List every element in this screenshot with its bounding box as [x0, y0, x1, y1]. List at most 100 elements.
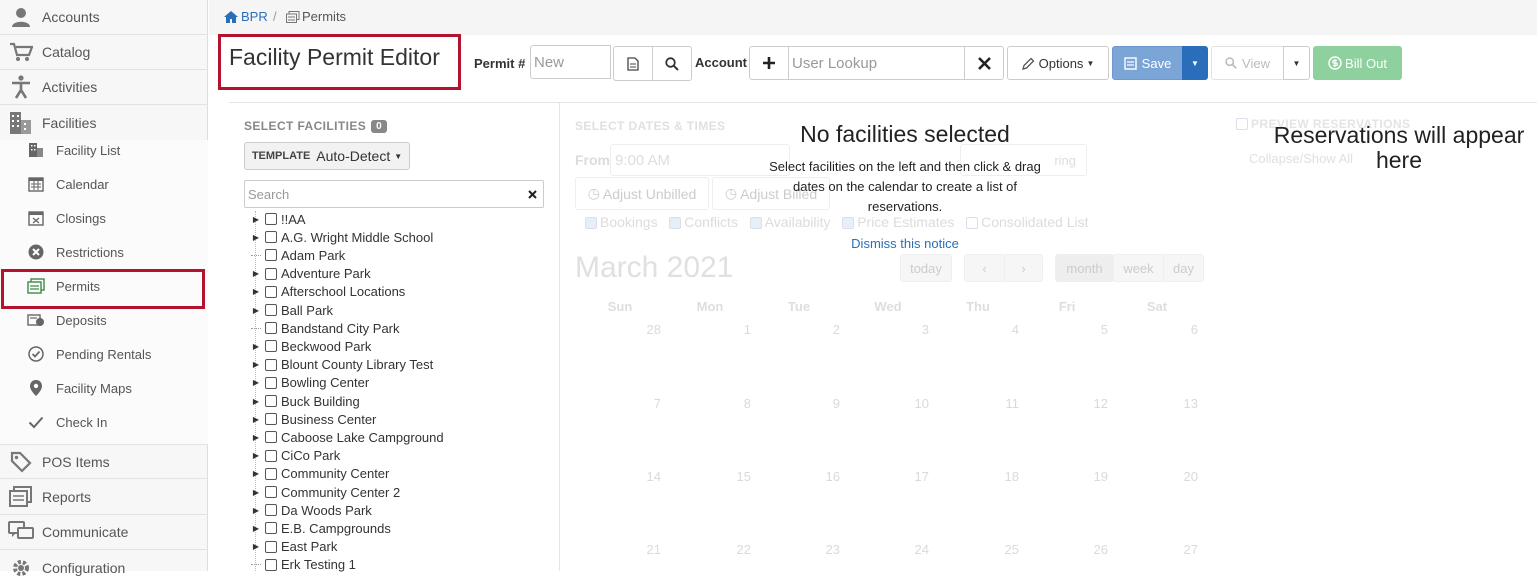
sidebar-item-facility-list[interactable]: Facility List [0, 133, 208, 167]
facility-tree-item[interactable]: ▶ Adventure Park [251, 265, 371, 283]
facility-checkbox[interactable] [265, 467, 277, 480]
calendar-day[interactable]: 25 [993, 542, 1019, 557]
prev-month-button[interactable]: ‹ [964, 254, 1005, 282]
caret-right-icon[interactable]: ▶ [251, 287, 261, 296]
today-button[interactable]: today [900, 254, 952, 282]
facility-tree-item[interactable]: ▶ East Park [251, 538, 337, 556]
facility-tree-item[interactable]: ▶ CiCo Park [251, 447, 340, 465]
caret-right-icon[interactable]: ▶ [251, 542, 261, 551]
next-month-button[interactable]: › [1004, 254, 1043, 282]
caret-right-icon[interactable]: ▶ [251, 433, 261, 442]
caret-right-icon[interactable]: ▶ [251, 397, 261, 406]
facility-tree-item[interactable]: ▶ Buck Building [251, 392, 360, 410]
facility-checkbox[interactable] [265, 213, 277, 225]
caret-right-icon[interactable]: ▶ [251, 360, 261, 369]
calendar-day[interactable]: 27 [1172, 542, 1198, 557]
facility-tree-item[interactable]: ▶ Beckwood Park [251, 337, 371, 355]
calendar-day[interactable]: 6 [1172, 322, 1198, 337]
caret-right-icon[interactable]: ▶ [251, 269, 261, 278]
sidebar-item-closings[interactable]: Closings [0, 201, 208, 235]
sidebar-item-pending-rentals[interactable]: Pending Rentals [0, 337, 208, 371]
add-account-button[interactable] [749, 46, 789, 80]
preview-checkbox[interactable] [1236, 118, 1248, 130]
close-icon[interactable] [528, 190, 537, 199]
sidebar-item-check-in[interactable]: Check In [0, 405, 208, 439]
facility-tree-item[interactable]: ▶ Community Center 2 [251, 483, 400, 501]
sidebar-item-communicate[interactable]: Communicate [0, 515, 208, 550]
facility-tree-item[interactable]: ▶ Community Center [251, 465, 389, 483]
calendar-day[interactable]: 15 [725, 469, 751, 484]
sidebar-item-reports[interactable]: Reports [0, 480, 208, 515]
calendar-day[interactable]: 16 [814, 469, 840, 484]
filter-bookings[interactable]: Bookings [585, 214, 658, 230]
calendar-day[interactable]: 26 [1082, 542, 1108, 557]
calendar-day[interactable]: 20 [1172, 469, 1198, 484]
sidebar-item-facility-maps[interactable]: Facility Maps [0, 371, 208, 405]
facility-checkbox[interactable] [265, 558, 277, 571]
facility-checkbox[interactable] [265, 413, 277, 426]
calendar-day[interactable]: 1 [725, 322, 751, 337]
facility-tree-item[interactable]: Bandstand City Park [251, 319, 400, 337]
facility-tree-item[interactable]: ▶ A.G. Wright Middle School [251, 228, 433, 246]
calendar-day[interactable]: 4 [993, 322, 1019, 337]
caret-right-icon[interactable]: ▶ [251, 342, 261, 351]
save-dropdown-button[interactable]: ▼ [1182, 46, 1208, 80]
facility-checkbox[interactable] [265, 540, 277, 553]
permit-document-button[interactable] [613, 46, 653, 81]
template-dropdown[interactable]: TEMPLATE Auto-Detect ▼ [244, 142, 410, 170]
facility-checkbox[interactable] [265, 285, 277, 298]
facility-checkbox[interactable] [265, 449, 277, 462]
facility-tree-item[interactable]: ▶ Caboose Lake Campground [251, 428, 444, 446]
view-dropdown-button[interactable]: ▼ [1283, 46, 1310, 80]
facility-tree-item[interactable]: ▶ Bowling Center [251, 374, 369, 392]
sidebar-item-activities[interactable]: Activities [0, 70, 208, 105]
calendar-day[interactable]: 23 [814, 542, 840, 557]
facility-tree-item[interactable]: Erk Testing 1 [251, 556, 356, 574]
facility-checkbox[interactable] [265, 522, 277, 535]
calendar-day[interactable]: 24 [903, 542, 929, 557]
facility-checkbox[interactable] [265, 431, 277, 444]
calendar-day[interactable]: 10 [903, 396, 929, 411]
facility-tree-item[interactable]: ▶ Business Center [251, 410, 376, 428]
facility-checkbox[interactable] [265, 486, 277, 498]
facility-checkbox[interactable] [265, 249, 277, 262]
caret-right-icon[interactable]: ▶ [251, 524, 261, 533]
view-week-button[interactable]: week [1113, 254, 1164, 282]
facility-tree-item[interactable]: Adam Park [251, 246, 345, 264]
sidebar-item-calendar[interactable]: Calendar [0, 167, 208, 201]
caret-right-icon[interactable]: ▶ [251, 378, 261, 387]
options-button[interactable]: Options ▼ [1007, 46, 1109, 80]
caret-right-icon[interactable]: ▶ [251, 451, 261, 460]
calendar-day[interactable]: 21 [635, 542, 661, 557]
calendar-day[interactable]: 7 [635, 396, 661, 411]
calendar-day[interactable]: 2 [814, 322, 840, 337]
facility-checkbox[interactable] [265, 504, 277, 517]
facility-checkbox[interactable] [265, 322, 277, 335]
calendar-day[interactable]: 18 [993, 469, 1019, 484]
save-button[interactable]: Save [1112, 46, 1183, 80]
caret-right-icon[interactable]: ▶ [251, 215, 261, 224]
facility-search-input[interactable]: Search [244, 180, 544, 208]
breadcrumb-home[interactable]: BPR [224, 9, 268, 24]
facility-tree-item[interactable]: ▶ Da Woods Park [251, 501, 372, 519]
caret-right-icon[interactable]: ▶ [251, 306, 261, 315]
facility-tree-item[interactable]: ▶ Blount County Library Test [251, 356, 433, 374]
facility-checkbox[interactable] [265, 395, 277, 407]
calendar-day[interactable]: 5 [1082, 322, 1108, 337]
calendar-day[interactable]: 19 [1082, 469, 1108, 484]
facility-checkbox[interactable] [265, 231, 277, 244]
calendar-day[interactable]: 12 [1082, 396, 1108, 411]
permit-search-button[interactable] [652, 46, 692, 81]
filter-conflicts[interactable]: Conflicts [669, 214, 738, 230]
caret-right-icon[interactable]: ▶ [251, 506, 261, 515]
sidebar-item-catalog[interactable]: Catalog [0, 35, 208, 70]
calendar-day[interactable]: 22 [725, 542, 751, 557]
facility-checkbox[interactable] [265, 340, 277, 353]
sidebar-item-restrictions[interactable]: Restrictions [0, 235, 208, 269]
view-month-button[interactable]: month [1055, 254, 1114, 282]
calendar-day[interactable]: 3 [903, 322, 929, 337]
view-button[interactable]: View [1211, 46, 1284, 80]
facility-checkbox[interactable] [265, 304, 277, 316]
caret-right-icon[interactable]: ▶ [251, 469, 261, 478]
facility-tree-item[interactable]: ▶ E.B. Campgrounds [251, 519, 391, 537]
